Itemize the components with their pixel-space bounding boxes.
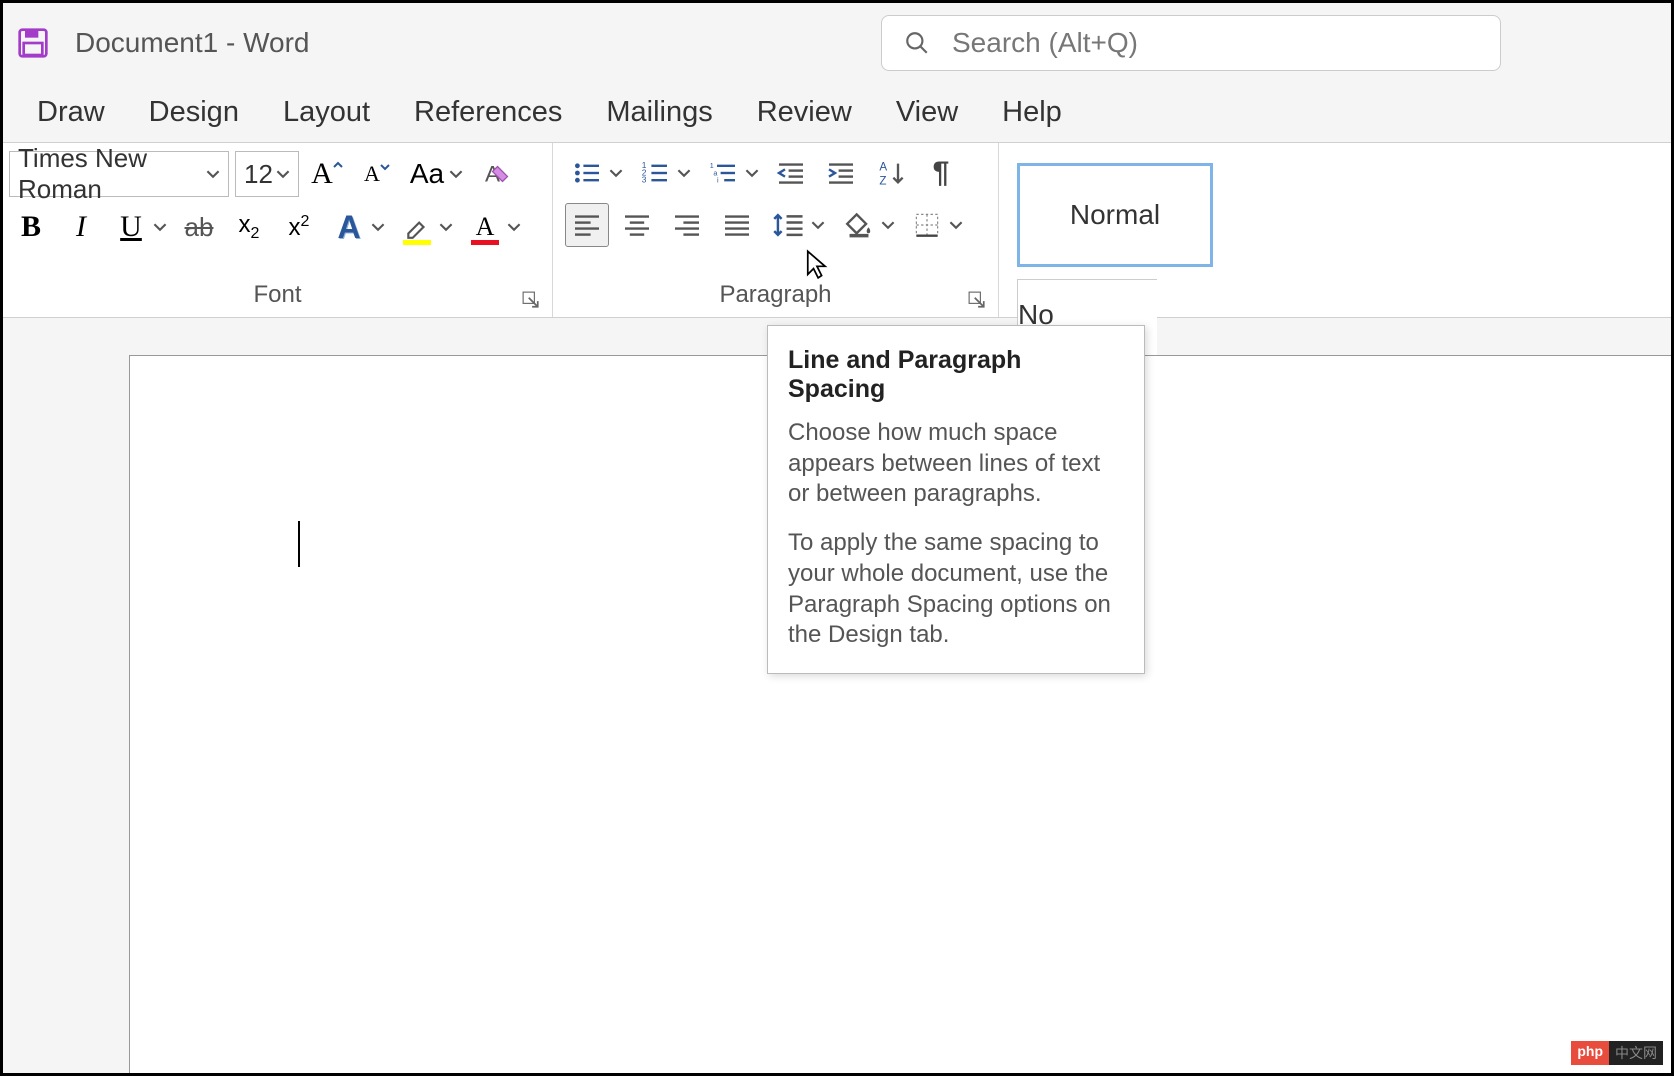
chevron-down-icon	[677, 166, 695, 180]
dialog-launcher-icon[interactable]	[968, 291, 986, 309]
chevron-down-icon	[449, 167, 467, 181]
group-styles: Normal No Spacing Styles	[999, 143, 1671, 317]
chevron-down-icon	[439, 220, 457, 234]
highlight-swatch	[403, 240, 431, 245]
style-normal[interactable]: Normal	[1017, 163, 1213, 267]
text-effects-button[interactable]: A	[327, 205, 389, 249]
tooltip-text-1: Choose how much space appears between li…	[788, 418, 1124, 510]
numbering-button[interactable]: 123	[633, 151, 695, 195]
chevron-down-icon	[206, 167, 220, 181]
justify-button[interactable]	[715, 203, 759, 247]
tab-layout[interactable]: Layout	[279, 90, 374, 135]
tab-view[interactable]: View	[892, 90, 962, 135]
underline-button[interactable]: U	[109, 205, 171, 249]
save-icon[interactable]	[17, 27, 49, 59]
tab-draw[interactable]: Draw	[33, 90, 109, 135]
svg-text:3: 3	[642, 175, 647, 185]
decrease-indent-button[interactable]	[769, 151, 813, 195]
mouse-cursor-icon	[805, 249, 829, 279]
font-size-value: 12	[244, 159, 273, 190]
watermark-right: 中文网	[1609, 1041, 1663, 1065]
chevron-down-icon	[153, 220, 171, 234]
shrink-font-button[interactable]: A	[355, 152, 399, 196]
chevron-down-icon	[371, 220, 389, 234]
clear-formatting-button[interactable]: A	[473, 152, 517, 196]
chevron-down-icon	[881, 218, 899, 232]
watermark: php 中文网	[1571, 1041, 1663, 1065]
search-placeholder: Search (Alt+Q)	[952, 27, 1138, 59]
multilevel-list-button[interactable]: 1ai	[701, 151, 763, 195]
group-label-paragraph: Paragraph	[719, 281, 831, 309]
align-left-button[interactable]	[565, 203, 609, 247]
title-bar: Document1 - Word Search (Alt+Q)	[3, 3, 1671, 83]
group-paragraph: 123 1ai AZ ¶	[553, 143, 999, 317]
bullets-button[interactable]	[565, 151, 627, 195]
italic-button[interactable]: I	[59, 205, 103, 249]
superscript-button[interactable]: x2	[277, 205, 321, 249]
subscript-button[interactable]: x2	[227, 205, 271, 249]
search-icon	[904, 30, 952, 56]
line-spacing-button[interactable]	[765, 203, 831, 247]
tooltip-line-spacing: Line and Paragraph Spacing Choose how mu…	[767, 325, 1145, 674]
tab-mailings[interactable]: Mailings	[602, 90, 716, 135]
chevron-down-icon	[745, 166, 763, 180]
strikethrough-button[interactable]: ab	[177, 205, 221, 249]
ribbon-tabs: Draw Design Layout References Mailings R…	[3, 83, 1671, 143]
increase-indent-button[interactable]	[819, 151, 863, 195]
bold-button[interactable]: B	[9, 205, 53, 249]
chevron-down-icon	[811, 218, 829, 232]
borders-button[interactable]	[905, 203, 967, 247]
sort-button[interactable]: AZ	[869, 151, 913, 195]
tab-review[interactable]: Review	[753, 90, 856, 135]
chevron-down-icon	[609, 166, 627, 180]
watermark-left: php	[1571, 1041, 1609, 1065]
grow-font-button[interactable]: A	[305, 152, 349, 196]
search-box[interactable]: Search (Alt+Q)	[881, 15, 1501, 71]
tab-help[interactable]: Help	[998, 90, 1066, 135]
svg-text:i: i	[717, 176, 719, 185]
align-right-button[interactable]	[665, 203, 709, 247]
align-center-button[interactable]	[615, 203, 659, 247]
ribbon: Times New Roman 12 A A Aa	[3, 143, 1671, 318]
text-cursor	[298, 521, 300, 567]
font-name-value: Times New Roman	[18, 143, 206, 205]
font-color-swatch	[471, 240, 499, 245]
font-name-combo[interactable]: Times New Roman	[9, 151, 229, 197]
group-label-font: Font	[253, 281, 301, 309]
chevron-down-icon	[949, 218, 967, 232]
document-title: Document1 - Word	[75, 27, 309, 59]
svg-text:A: A	[879, 161, 887, 174]
tab-design[interactable]: Design	[145, 90, 243, 135]
tooltip-title: Line and Paragraph Spacing	[788, 346, 1124, 404]
font-size-combo[interactable]: 12	[235, 151, 299, 197]
shading-button[interactable]	[837, 203, 899, 247]
change-case-button[interactable]: Aa	[405, 152, 467, 196]
dialog-launcher-icon[interactable]	[522, 291, 540, 309]
svg-text:Z: Z	[879, 175, 886, 187]
show-hide-paragraph-button[interactable]: ¶	[919, 151, 963, 195]
chevron-down-icon	[276, 167, 290, 181]
tooltip-text-2: To apply the same spacing to your whole …	[788, 528, 1124, 651]
chevron-down-icon	[507, 220, 525, 234]
font-color-button[interactable]: A	[463, 205, 525, 249]
highlight-color-button[interactable]	[395, 205, 457, 249]
group-font: Times New Roman 12 A A Aa	[3, 143, 553, 317]
tab-references[interactable]: References	[410, 90, 566, 135]
